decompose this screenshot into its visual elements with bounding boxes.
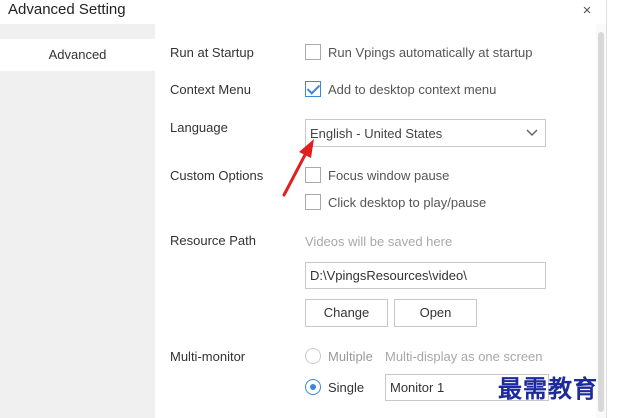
annotation-arrow-icon <box>282 139 314 197</box>
multiple-radio[interactable] <box>305 348 321 364</box>
context-menu-checkbox[interactable] <box>305 81 321 97</box>
resource-path-label: Resource Path <box>170 233 256 248</box>
language-dropdown[interactable]: English - United States <box>305 119 546 147</box>
multi-monitor-label: Multi-monitor <box>170 349 246 364</box>
sidebar: Advanced <box>0 24 155 418</box>
open-button[interactable]: Open <box>394 299 477 327</box>
single-radio-label: Single <box>328 379 365 395</box>
title-bar: Advanced Setting × <box>0 0 606 24</box>
click-desktop-label: Click desktop to play/pause <box>328 194 487 210</box>
click-desktop-checkbox-row[interactable]: Click desktop to play/pause <box>305 194 486 210</box>
settings-panel: Run at Startup Run Vpings automatically … <box>155 24 595 418</box>
multiple-description: Multi-display as one screen <box>385 349 543 364</box>
watermark: 最需教育 <box>498 374 598 403</box>
chevron-down-icon <box>526 129 538 137</box>
context-menu-option-label: Add to desktop context menu <box>328 81 497 97</box>
resource-path-field[interactable]: D:\VpingsResources\video\ <box>305 262 546 289</box>
window-title: Advanced Setting <box>8 1 126 18</box>
startup-checkbox[interactable] <box>305 44 321 60</box>
context-menu-checkbox-row[interactable]: Add to desktop context menu <box>305 81 496 97</box>
context-menu-label: Context Menu <box>170 82 251 97</box>
focus-pause-label: Focus window pause <box>328 167 450 183</box>
scrollbar[interactable] <box>596 24 606 418</box>
resource-path-hint: Videos will be saved here <box>305 234 453 249</box>
single-radio[interactable] <box>305 379 321 395</box>
scrollbar-thumb[interactable] <box>598 32 604 412</box>
single-radio-row[interactable]: Single <box>305 379 364 395</box>
language-label: Language <box>170 120 228 135</box>
multiple-radio-label: Multiple <box>328 348 373 364</box>
startup-label: Run at Startup <box>170 45 254 60</box>
close-icon[interactable]: × <box>578 2 596 20</box>
multiple-radio-row[interactable]: Multiple <box>305 348 373 364</box>
change-button[interactable]: Change <box>305 299 388 327</box>
sidebar-item-advanced[interactable]: Advanced <box>0 39 155 71</box>
window-edge-divider <box>606 0 607 418</box>
startup-checkbox-row[interactable]: Run Vpings automatically at startup <box>305 44 533 60</box>
startup-option-label: Run Vpings automatically at startup <box>328 44 533 60</box>
custom-options-label: Custom Options <box>170 168 264 183</box>
